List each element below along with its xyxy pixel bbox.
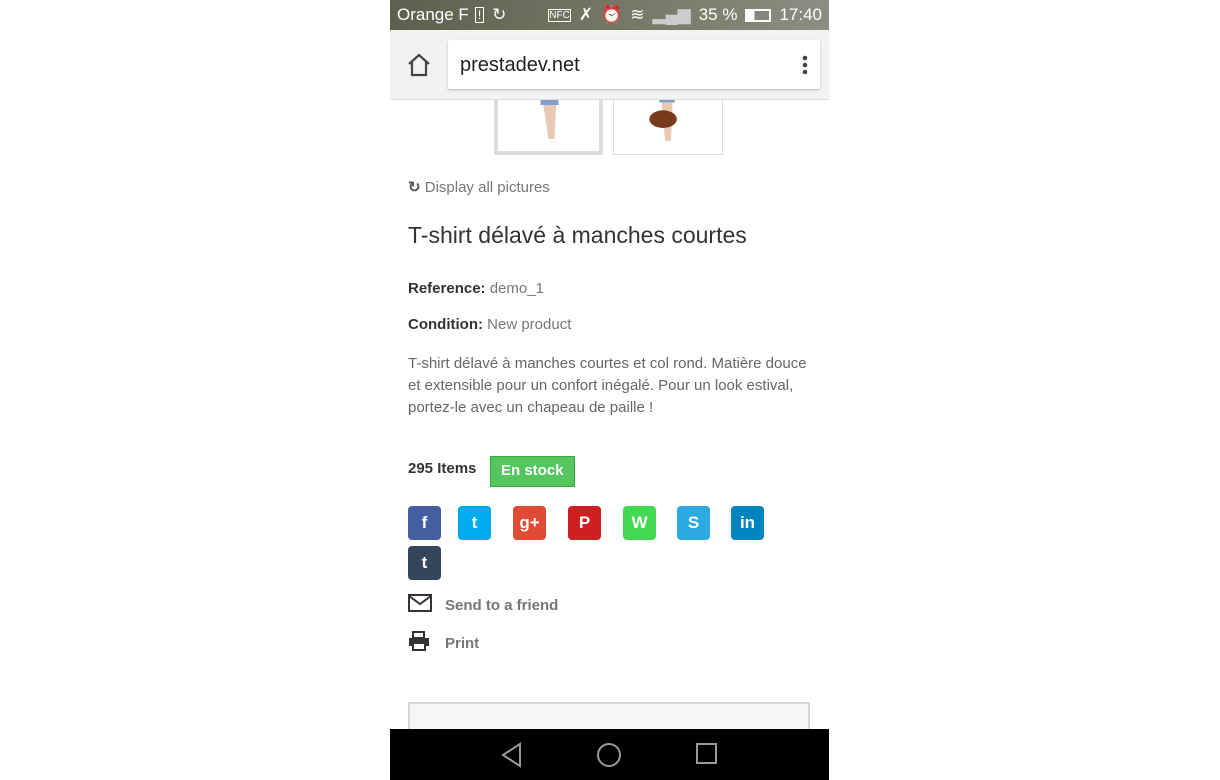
- print-label: Print: [445, 634, 480, 652]
- twitter-icon: t: [471, 513, 478, 532]
- tumblr-icon: t: [421, 553, 428, 572]
- home-nav-icon[interactable]: [596, 742, 622, 768]
- url-field[interactable]: prestadev.net: [448, 40, 820, 89]
- condition-label: Condition:: [408, 316, 483, 333]
- linkedin-icon: in: [739, 513, 756, 532]
- refresh-icon: ↻: [408, 179, 421, 196]
- mute-icon: ✗: [578, 5, 594, 24]
- pinterest-share-button[interactable]: P: [568, 506, 601, 540]
- linkedin-share-button[interactable]: in: [731, 506, 764, 540]
- send-label: Send to a friend: [445, 596, 559, 614]
- whatsapp-share-button[interactable]: W: [623, 506, 656, 540]
- price-box: [408, 702, 810, 729]
- print-link[interactable]: Print: [408, 631, 479, 655]
- nfc-icon: NFC: [548, 8, 571, 22]
- sync-icon: ↻: [492, 5, 507, 24]
- battery-icon: [745, 8, 772, 22]
- status-bar: Orange F ! ↻ NFC ✗ ⏰ ≋ ▂▄▆ 35 % 17:40: [390, 0, 829, 30]
- back-icon[interactable]: [500, 742, 524, 768]
- display-all-pictures-link[interactable]: ↻ Display all pictures: [408, 178, 550, 196]
- clock: 17:40: [779, 5, 822, 24]
- reference-label: Reference:: [408, 280, 486, 297]
- printer-icon: [408, 631, 445, 655]
- send-to-friend-link[interactable]: Send to a friend: [408, 594, 558, 616]
- product-thumbnail[interactable]: [613, 100, 723, 155]
- page-content: ↻ Display all pictures T-shirt délavé à …: [390, 100, 829, 729]
- facebook-share-button[interactable]: f: [408, 506, 441, 540]
- more-menu-icon[interactable]: [802, 55, 808, 75]
- envelope-icon: [408, 594, 445, 616]
- phone-screen: Orange F ! ↻ NFC ✗ ⏰ ≋ ▂▄▆ 35 % 17:40 pr…: [390, 0, 829, 780]
- display-all-label: Display all pictures: [424, 179, 550, 196]
- wifi-icon: ≋: [630, 5, 645, 24]
- twitter-share-button[interactable]: t: [458, 506, 491, 540]
- browser-toolbar: prestadev.net: [390, 30, 829, 100]
- skype-share-button[interactable]: S: [677, 506, 710, 540]
- reference-value: demo_1: [489, 280, 544, 297]
- battery-text: 35 %: [698, 5, 738, 24]
- facebook-icon: f: [421, 513, 428, 532]
- url-text: prestadev.net: [460, 54, 580, 76]
- carrier: Orange F: [397, 5, 469, 24]
- tumblr-share-button[interactable]: t: [408, 546, 441, 580]
- home-icon[interactable]: [406, 52, 432, 78]
- signal-icon: ▂▄▆: [652, 5, 691, 24]
- android-nav-bar: [390, 729, 829, 780]
- reference: Reference: demo_1: [408, 280, 544, 297]
- alarm-icon: ⏰: [601, 5, 623, 24]
- google-plus-icon: g+: [519, 513, 540, 532]
- condition: Condition: New product: [408, 316, 571, 333]
- recents-icon[interactable]: [696, 743, 718, 765]
- condition-value: New product: [487, 316, 572, 333]
- product-title: T-shirt délavé à manches courtes: [408, 222, 747, 248]
- pinterest-icon: P: [578, 513, 591, 532]
- whatsapp-icon: W: [631, 513, 648, 532]
- google-plus-share-button[interactable]: g+: [513, 506, 546, 540]
- product-thumbnail[interactable]: [494, 100, 603, 155]
- sim-icon: !: [474, 7, 485, 23]
- quantity: 295 Items: [408, 460, 477, 477]
- skype-icon: S: [687, 513, 700, 532]
- availability-badge: En stock: [490, 456, 575, 487]
- product-description: T-shirt délavé à manches courtes et col …: [408, 355, 807, 416]
